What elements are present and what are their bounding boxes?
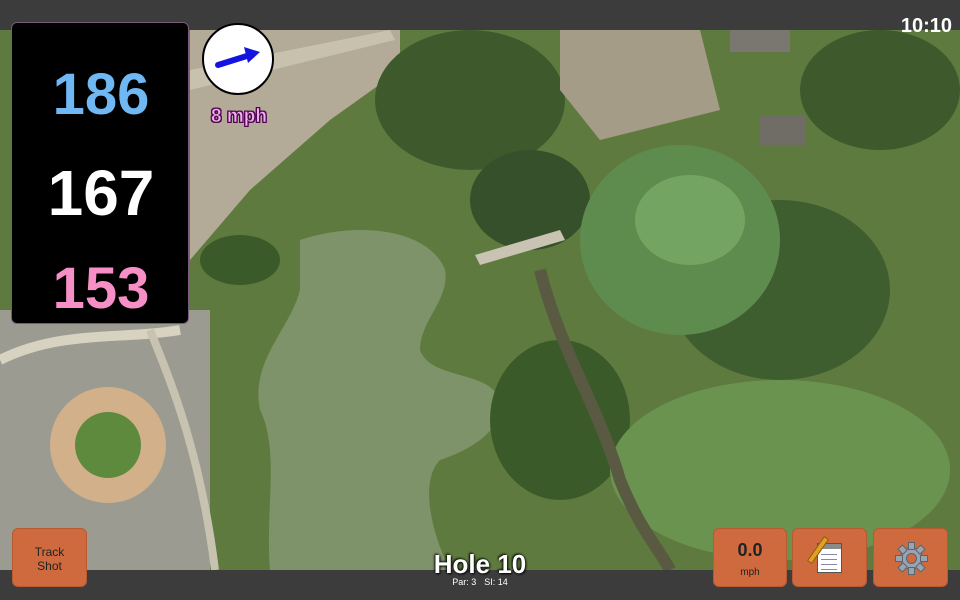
arrow-right-icon: [215, 47, 260, 68]
notes-button[interactable]: [792, 528, 867, 587]
distance-back: 186: [52, 62, 150, 127]
distance-middle: 167: [47, 157, 155, 229]
wind-speed: 8 mph: [211, 106, 268, 128]
hole-par: Par: 3: [452, 577, 477, 587]
speed-unit: mph: [740, 567, 760, 578]
speed-button[interactable]: 0.0 mph: [713, 528, 787, 587]
track-shot-button[interactable]: Track Shot: [12, 528, 87, 587]
gear-icon: [895, 542, 928, 575]
track-shot-label-line2: Shot: [37, 559, 62, 573]
hole-title: Hole 10: [433, 549, 527, 579]
wind-indicator: [202, 23, 274, 95]
hole-si: SI: 14: [484, 577, 508, 587]
distance-panel: 186 167 153: [11, 22, 189, 324]
settings-button[interactable]: [873, 528, 948, 587]
hole-meta: Par: 3 SI: 14: [380, 577, 580, 587]
speed-value: 0.0: [737, 540, 763, 560]
track-shot-label-line1: Track: [34, 545, 65, 559]
clock: 10:10: [900, 15, 952, 37]
distance-front: 153: [52, 256, 150, 321]
